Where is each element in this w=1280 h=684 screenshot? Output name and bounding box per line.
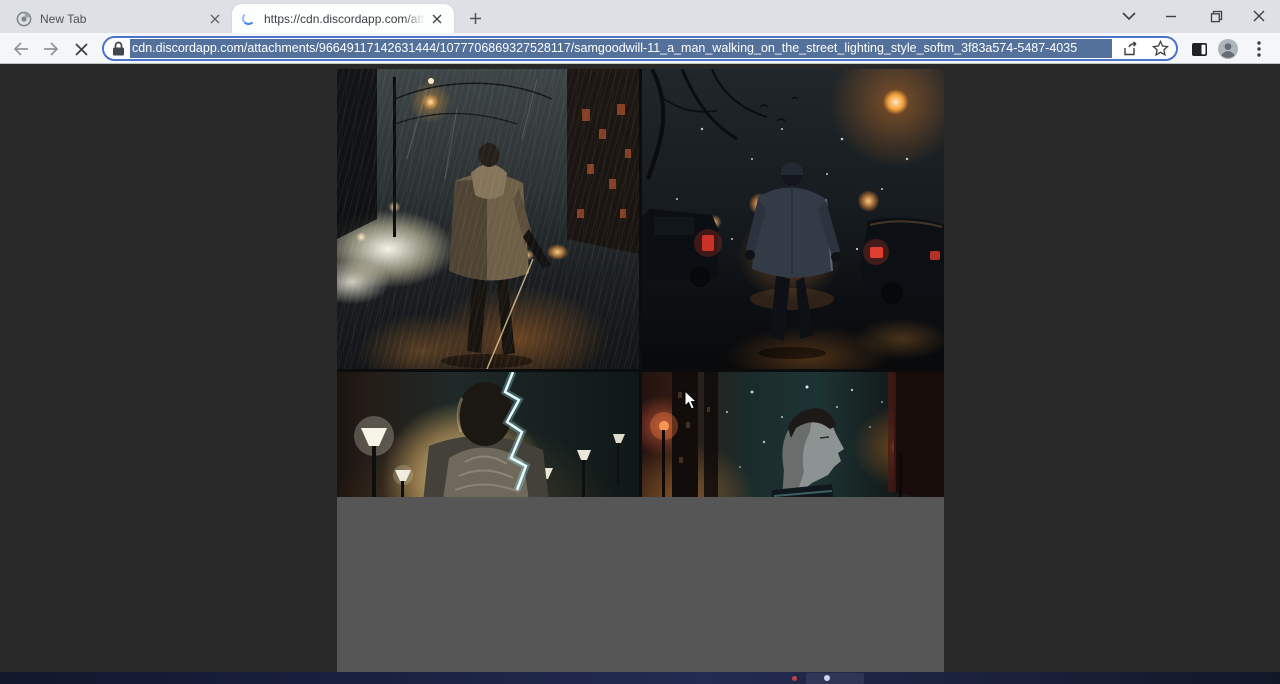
back-button[interactable] — [8, 37, 34, 61]
tab-title: New Tab — [40, 12, 206, 26]
side-panel-button[interactable] — [1186, 37, 1212, 61]
close-icon — [432, 14, 442, 24]
quadrant-art — [642, 372, 944, 497]
new-tab-button[interactable] — [464, 7, 486, 29]
restore-icon — [1210, 10, 1223, 23]
taskbar-icon-dot — [792, 676, 797, 681]
browser-window: New Tab https://cdn.discordapp.com/atta — [0, 0, 1280, 684]
browser-toolbar: cdn.discordapp.com/attachments/966491171… — [0, 33, 1280, 64]
chrome-logo-icon — [16, 11, 32, 27]
window-minimize-button[interactable] — [1154, 3, 1188, 29]
profile-button[interactable] — [1215, 37, 1241, 61]
address-bar[interactable]: cdn.discordapp.com/attachments/966491171… — [102, 36, 1178, 61]
share-icon — [1123, 41, 1139, 57]
window-close-button[interactable] — [1242, 3, 1276, 29]
side-panel-icon — [1191, 42, 1208, 57]
tab-close-button[interactable] — [428, 10, 446, 28]
url-text: cdn.discordapp.com/attachments/966491171… — [130, 39, 1112, 58]
lock-icon[interactable] — [112, 41, 125, 56]
back-icon — [13, 42, 29, 56]
minimize-icon — [1165, 10, 1177, 22]
bookmark-star-icon — [1152, 40, 1169, 57]
image-quadrant-top-right — [642, 69, 944, 369]
image-quadrant-bottom-right — [642, 372, 944, 497]
chevron-down-icon — [1122, 12, 1136, 20]
image-quadrant-bottom-left — [337, 372, 639, 497]
taskbar[interactable] — [0, 672, 1280, 684]
tab-title: https://cdn.discordapp.com/atta — [264, 12, 428, 26]
close-icon — [1253, 10, 1265, 22]
tab-new-tab[interactable]: New Tab — [8, 4, 232, 33]
profile-avatar-icon — [1217, 38, 1239, 60]
quadrant-art — [337, 372, 639, 497]
tab-discord-cdn[interactable]: https://cdn.discordapp.com/atta — [232, 4, 454, 33]
close-icon — [210, 14, 220, 24]
page-content — [0, 64, 1280, 672]
tab-strip: New Tab https://cdn.discordapp.com/atta — [0, 0, 1280, 33]
stop-icon — [75, 43, 88, 56]
loading-spinner-icon — [240, 11, 256, 27]
plus-icon — [469, 12, 482, 25]
forward-icon — [43, 42, 59, 56]
image-quadrant-top-left — [337, 69, 639, 369]
quadrant-art — [642, 69, 944, 369]
cdn-image[interactable] — [337, 69, 944, 672]
bookmark-button[interactable] — [1150, 39, 1170, 59]
taskbar-icon-dot — [824, 675, 830, 681]
window-chevron-button[interactable] — [1112, 3, 1146, 29]
quadrant-art — [337, 69, 639, 369]
image-grid-loaded — [337, 69, 944, 497]
stop-loading-button[interactable] — [68, 37, 94, 61]
window-restore-button[interactable] — [1199, 3, 1233, 29]
menu-kebab-icon — [1257, 41, 1261, 57]
share-button[interactable] — [1121, 39, 1141, 59]
tab-close-button[interactable] — [206, 10, 224, 28]
image-loading-placeholder — [337, 497, 944, 672]
taskbar-active-app — [806, 673, 864, 684]
browser-menu-button[interactable] — [1246, 37, 1272, 61]
forward-button[interactable] — [38, 37, 64, 61]
